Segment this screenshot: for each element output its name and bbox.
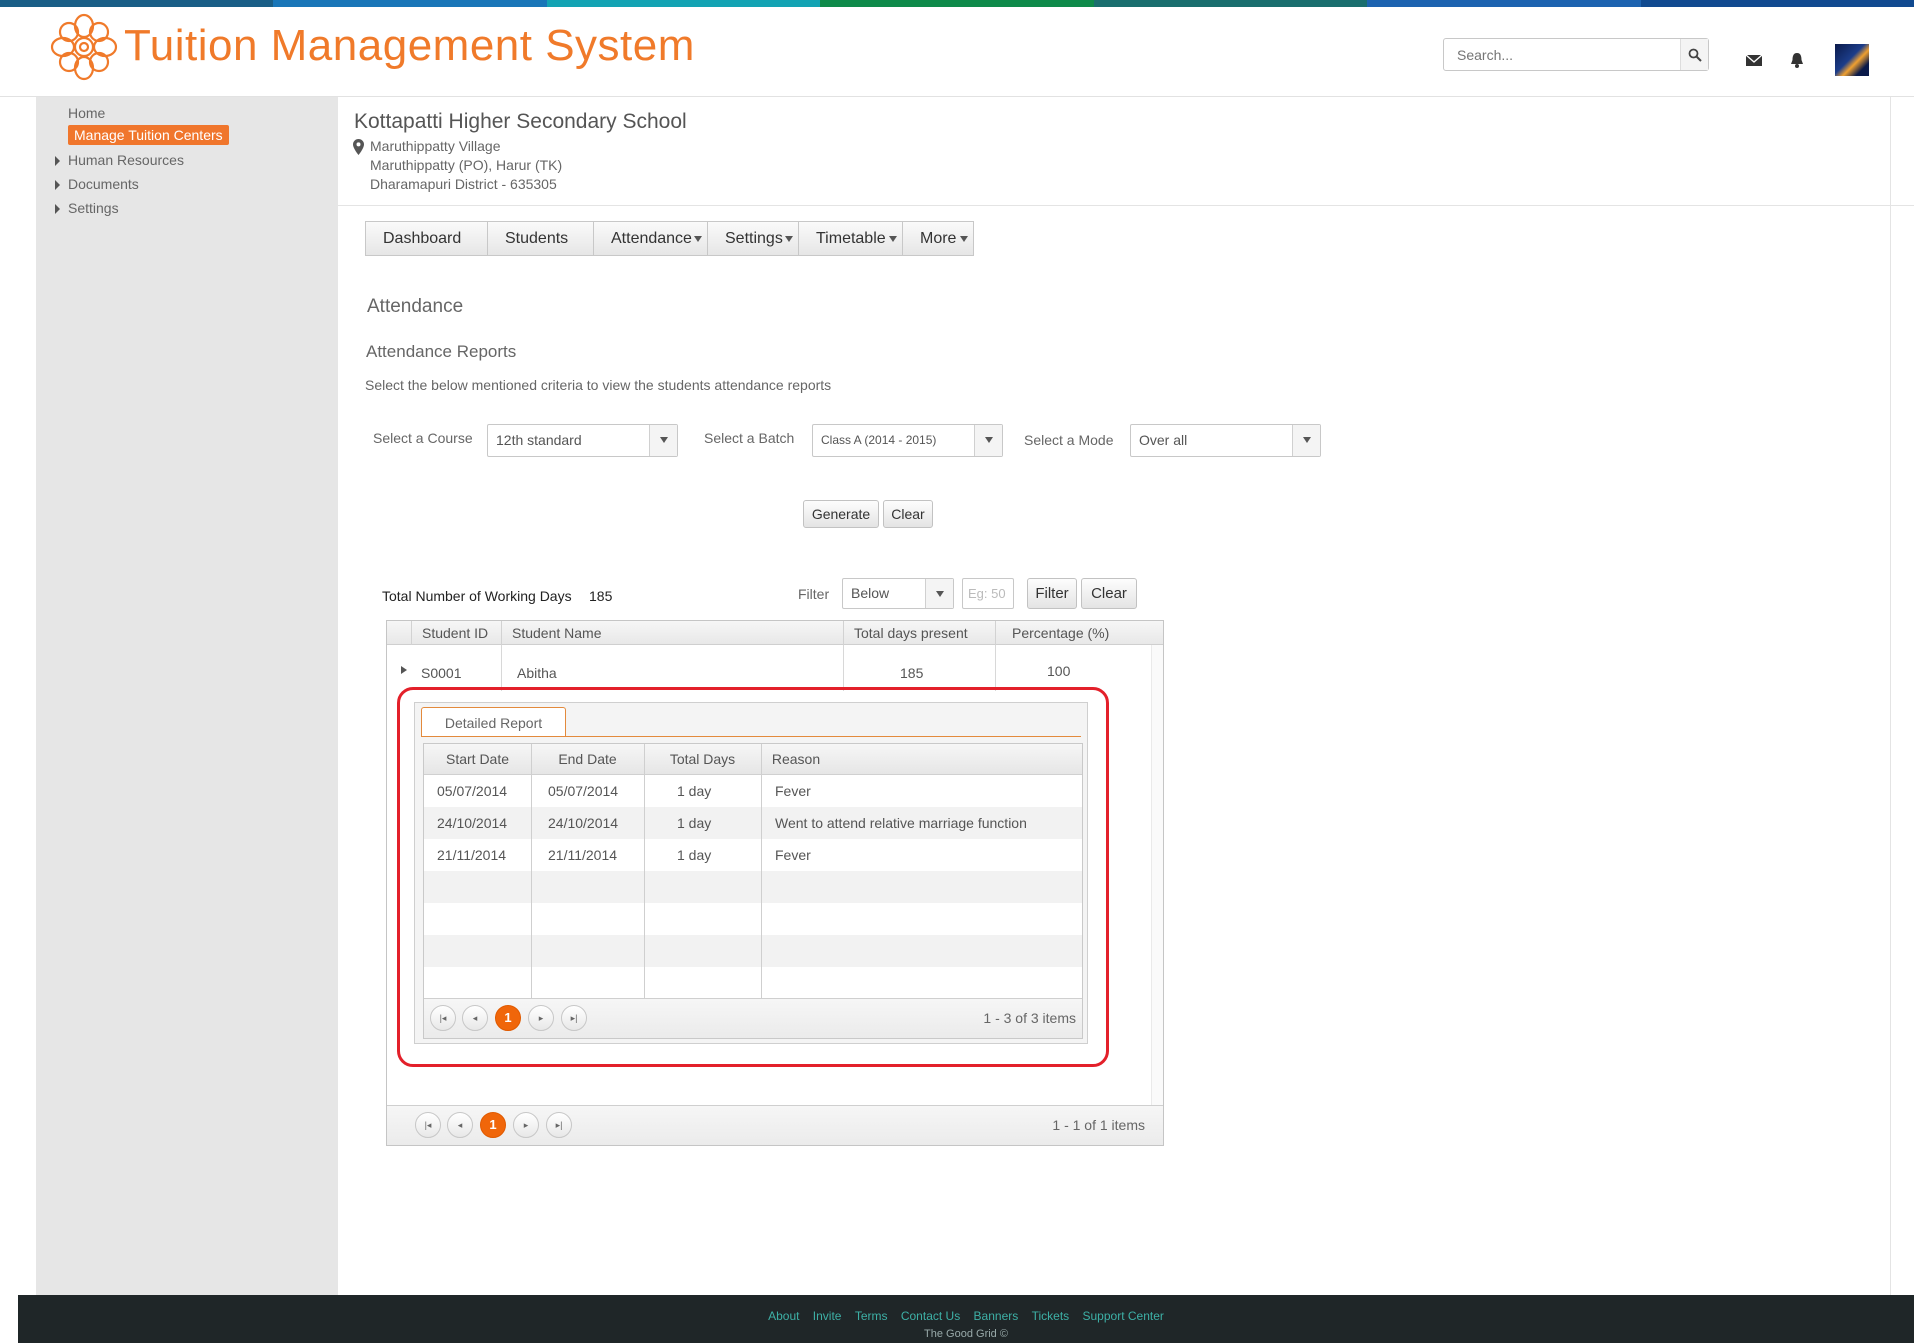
sidebar-item-documents[interactable]: Documents (68, 176, 139, 192)
dropdown-arrow-icon[interactable] (974, 425, 1002, 456)
app-title: Tuition Management System (124, 21, 695, 70)
filter-label: Filter (798, 586, 830, 602)
footer-link-support-center[interactable]: Support Center (1083, 1309, 1164, 1323)
footer-link-tickets[interactable]: Tickets (1032, 1309, 1070, 1323)
menu-more[interactable]: More (903, 222, 973, 255)
content-right-border (1890, 97, 1891, 1295)
footer-link-banners[interactable]: Banners (974, 1309, 1019, 1323)
address-line: Maruthippatty Village (370, 138, 501, 154)
grid-scrollbar[interactable] (1151, 645, 1163, 1125)
course-select[interactable]: 12th standard (487, 424, 678, 457)
section-description: Select the below mentioned criteria to v… (365, 377, 832, 393)
cell-student-name: Abitha (517, 665, 557, 681)
grid-pager: |◂ ◂ 1 ▸ ▸| 1 - 1 of 1 items (387, 1105, 1163, 1145)
cell-total-days: 185 (900, 665, 924, 681)
divider (338, 205, 1914, 206)
clear-criteria-button[interactable]: Clear (883, 500, 933, 528)
footer-links: About Invite Terms Contact Us Banners Ti… (18, 1309, 1914, 1323)
column-header-student-name[interactable]: Student Name (501, 621, 843, 645)
column-header-percentage[interactable]: Percentage (%) (995, 621, 1147, 645)
dropdown-arrow-icon[interactable] (925, 579, 953, 608)
top-color-stripe (0, 0, 1914, 7)
dropdown-arrow-icon[interactable] (649, 425, 677, 456)
search-button[interactable] (1680, 39, 1708, 70)
clear-filter-button[interactable]: Clear (1081, 578, 1137, 609)
course-label: Select a Course (373, 430, 473, 446)
sidebar: Home Manage Tuition Centers Human Resour… (36, 97, 338, 1295)
menu-settings[interactable]: Settings (708, 222, 799, 255)
footer-link-contact-us[interactable]: Contact Us (901, 1309, 960, 1323)
logo-icon (50, 13, 118, 81)
sidebar-item-manage-tuition-centers[interactable]: Manage Tuition Centers (68, 125, 229, 145)
dropdown-arrow-icon (889, 236, 897, 242)
current-page[interactable]: 1 (480, 1112, 506, 1138)
first-page-button[interactable]: |◂ (415, 1112, 441, 1138)
cell-percentage: 100 (1047, 663, 1071, 679)
working-days-label: Total Number of Working Days (382, 588, 572, 604)
prev-page-button[interactable]: ◂ (447, 1112, 473, 1138)
menu-timetable[interactable]: Timetable (799, 222, 903, 255)
page-title: Attendance (367, 296, 464, 317)
sidebar-item-home[interactable]: Home (68, 105, 105, 121)
search-icon (1688, 48, 1702, 62)
address-line: Dharamapuri District - 635305 (370, 176, 557, 192)
grid-header: Student ID Student Name Total days prese… (387, 621, 1163, 645)
last-page-button[interactable]: ▸| (546, 1112, 572, 1138)
bell-icon[interactable] (1788, 51, 1806, 69)
expand-arrow-icon[interactable] (55, 180, 60, 190)
pager-info: 1 - 1 of 1 items (1052, 1117, 1145, 1133)
column-header-total-days-present[interactable]: Total days present (843, 621, 995, 645)
highlight-box (397, 687, 1109, 1067)
batch-label: Select a Batch (704, 430, 795, 446)
expand-arrow-icon[interactable] (55, 156, 60, 166)
school-info: Kottapatti Higher Secondary School (354, 110, 687, 134)
filter-button[interactable]: Filter (1027, 578, 1077, 609)
search-input[interactable] (1445, 40, 1681, 69)
section-title: Attendance Reports (366, 342, 517, 361)
working-days-value: 185 (589, 588, 613, 604)
batch-select[interactable]: Class A (2014 - 2015) (812, 424, 1003, 457)
next-page-button[interactable]: ▸ (513, 1112, 539, 1138)
menu-students[interactable]: Students (488, 222, 594, 255)
footer: About Invite Terms Contact Us Banners Ti… (18, 1295, 1914, 1343)
menu-dashboard[interactable]: Dashboard (366, 222, 488, 255)
filter-value-input[interactable]: Eg: 50 (962, 578, 1014, 609)
dropdown-arrow-icon (694, 236, 702, 242)
main-menu: Dashboard Students Attendance Settings T… (365, 221, 974, 256)
sidebar-item-human-resources[interactable]: Human Resources (68, 152, 184, 168)
expand-row-icon[interactable] (401, 666, 407, 674)
address-line: Maruthippatty (PO), Harur (TK) (370, 157, 563, 173)
location-pin-icon (353, 139, 364, 155)
school-name: Kottapatti Higher Secondary School (354, 110, 687, 133)
cell-student-id: S0001 (421, 665, 462, 681)
mail-icon[interactable] (1745, 51, 1763, 69)
dropdown-arrow-icon (960, 236, 968, 242)
dropdown-arrow-icon[interactable] (1292, 425, 1320, 456)
footer-link-terms[interactable]: Terms (855, 1309, 888, 1323)
mode-label: Select a Mode (1024, 432, 1114, 448)
column-header-student-id[interactable]: Student ID (411, 621, 501, 645)
header: Tuition Management System (0, 7, 1914, 97)
avatar[interactable] (1835, 44, 1869, 76)
expand-arrow-icon[interactable] (55, 204, 60, 214)
filter-select[interactable]: Below (842, 578, 954, 609)
generate-button[interactable]: Generate (803, 500, 879, 528)
footer-copyright: The Good Grid © (924, 1328, 1008, 1340)
dropdown-arrow-icon (785, 236, 793, 242)
mode-select[interactable]: Over all (1130, 424, 1321, 457)
footer-link-about[interactable]: About (768, 1309, 799, 1323)
menu-attendance[interactable]: Attendance (594, 222, 708, 255)
sidebar-item-settings[interactable]: Settings (68, 200, 119, 216)
search-box[interactable] (1443, 38, 1709, 71)
footer-link-invite[interactable]: Invite (813, 1309, 842, 1323)
